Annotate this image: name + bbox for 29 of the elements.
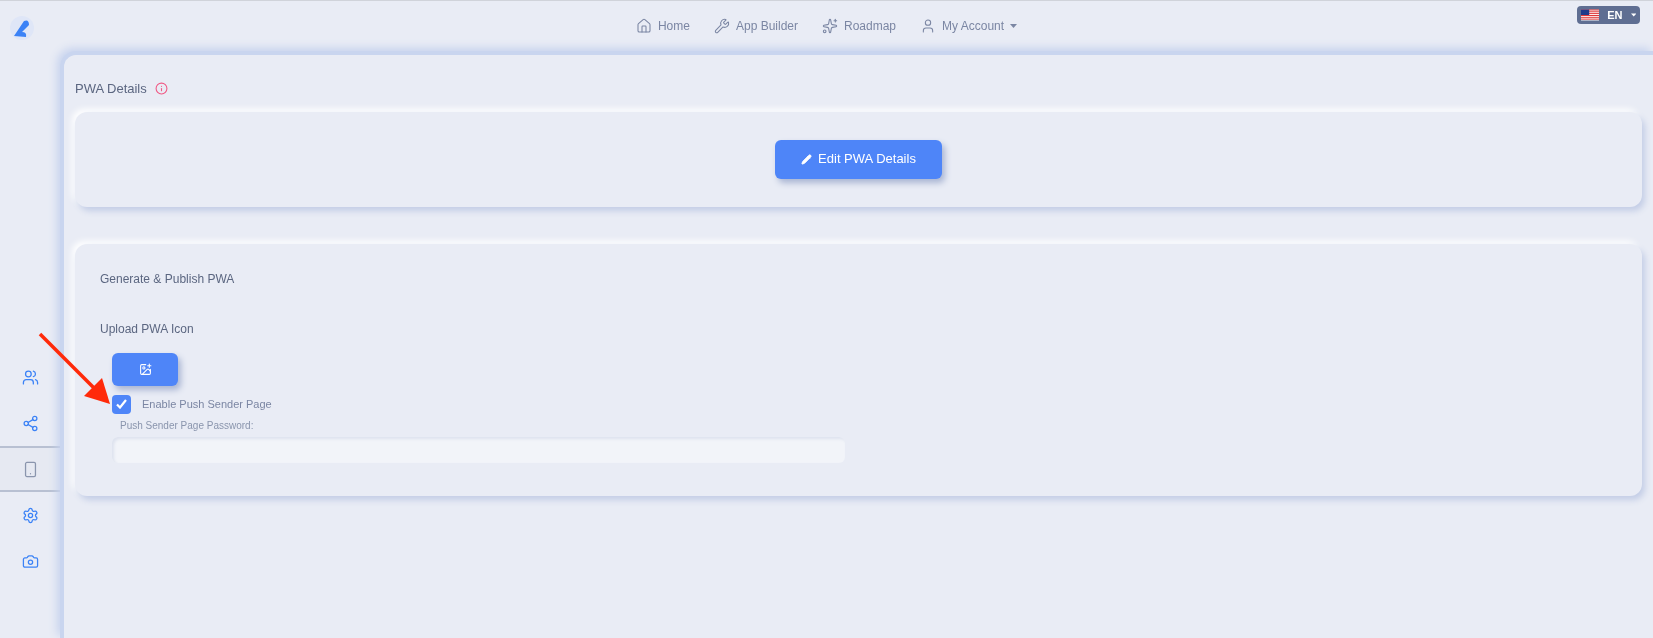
pencil-icon — [801, 153, 813, 165]
upload-icon-button[interactable] — [112, 352, 178, 386]
flag-icon — [1581, 9, 1600, 21]
logo-icon — [9, 15, 35, 41]
sidebar-item[interactable] — [0, 446, 60, 492]
nav-link[interactable]: My Account — [920, 17, 1018, 35]
camera-icon — [21, 552, 39, 570]
checkbox[interactable] — [112, 394, 131, 414]
caret-icon — [1010, 24, 1018, 28]
field-label: Push Sender Page Password: — [120, 418, 255, 433]
nav-link[interactable]: Home — [635, 17, 690, 35]
caret-icon — [1630, 13, 1636, 17]
sparkles-icon — [822, 18, 838, 34]
edit-button[interactable]: Edit PWA Details — [775, 139, 942, 179]
house-icon — [635, 18, 652, 34]
language-selector[interactable]: EN — [1577, 6, 1640, 24]
upload-label: Upload PWA Icon — [100, 320, 195, 338]
section-title: PWA Details — [75, 80, 147, 98]
settings-icon — [21, 506, 39, 524]
wrench-icon — [713, 18, 730, 34]
info-icon — [154, 82, 168, 96]
nav-link[interactable]: App Builder — [713, 17, 798, 35]
checkbox-label: Enable Push Sender Page — [142, 396, 272, 412]
check-icon — [116, 399, 127, 409]
nav-link[interactable]: Roadmap — [822, 17, 897, 35]
section-heading: Generate & Publish PWA — [100, 270, 236, 288]
image-plus-icon — [138, 362, 152, 376]
share-icon — [21, 414, 39, 432]
users-icon — [21, 368, 39, 386]
